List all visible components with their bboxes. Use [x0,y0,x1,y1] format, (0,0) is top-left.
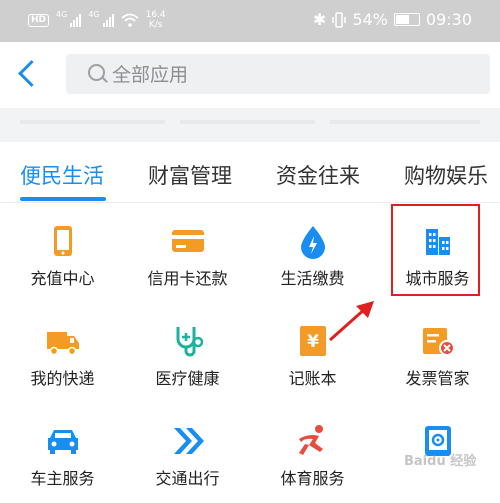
car-icon [48,430,78,454]
app-label: 我的快递 [30,369,95,388]
app-label: 交通出行 [155,469,220,488]
tab-fund-transfer[interactable]: 资金往来 [276,160,360,190]
app-medical-health[interactable]: 医疗健康 [125,303,250,403]
clock: 09:30 [425,10,472,29]
category-tabs: 便民生活 财富管理 资金往来 购物娱乐 [0,142,500,203]
watermark: Baidu 经验 [404,454,477,469]
status-bar: HD 4G 4G 16.4 K/s ✱ 54% 09:30 [0,0,500,42]
app-car-owner-services[interactable]: 车主服务 [0,403,125,503]
app-label: 信用卡还款 [147,269,228,288]
water-drop-icon [301,226,325,259]
battery-percent: 54% [352,10,388,29]
network-type-a: 4G [56,10,68,19]
app-utility-payment[interactable]: 生活缴费 [250,203,375,303]
battery-icon [393,13,420,26]
sports-figure-icon [299,425,323,455]
app-transportation[interactable]: 交通出行 [125,403,250,503]
app-credit-card-repayment[interactable]: 信用卡还款 [125,203,250,303]
app-label: 充值中心 [30,269,95,288]
hd-badge: HD [28,13,50,27]
search-input[interactable] [110,54,474,96]
svg-text:¥: ¥ [307,332,319,352]
tab-shopping-entertainment[interactable]: 购物娱乐 [404,160,488,190]
app-label: 发票管家 [405,369,470,388]
search-icon [88,64,105,81]
active-tab-indicator [20,197,106,201]
invoice-icon [423,328,455,356]
status-right: ✱ 54% 09:30 [313,10,472,29]
network-speed: 16.4 K/s [145,10,166,30]
signal-icon [102,13,114,27]
app-invoice-manager[interactable]: 发票管家 [375,303,500,403]
back-arrow-icon[interactable] [18,60,45,87]
app-label: 医疗健康 [155,369,220,388]
app-label: 记账本 [288,369,337,388]
search-header [0,42,500,108]
pointer-arrow-icon [329,301,374,342]
app-label: 体育服务 [280,469,345,488]
app-sports-services[interactable]: 体育服务 [250,403,375,503]
search-box[interactable] [66,54,490,96]
wifi-icon [121,13,139,27]
bluetooth-icon: ✱ [312,10,327,29]
signal-icon [70,13,82,27]
app-label: 生活缴费 [280,269,345,288]
section-divider [0,108,500,142]
app-label: 车主服务 [30,469,95,488]
phone-icon [54,226,72,256]
delivery-truck-icon [47,332,79,356]
tab-wealth-management[interactable]: 财富管理 [148,160,232,190]
tab-convenience-life[interactable]: 便民生活 [20,160,104,190]
highlight-box [391,204,480,296]
status-left: HD 4G 4G 16.4 K/s [28,10,166,30]
stethoscope-icon [176,327,204,357]
app-recharge-center[interactable]: 充值中心 [0,203,125,303]
credit-card-icon [172,230,204,252]
vibrate-icon [332,11,347,28]
app-my-express[interactable]: 我的快递 [0,303,125,403]
double-chevron-icon [174,428,204,454]
network-type-b: 4G [88,10,100,19]
